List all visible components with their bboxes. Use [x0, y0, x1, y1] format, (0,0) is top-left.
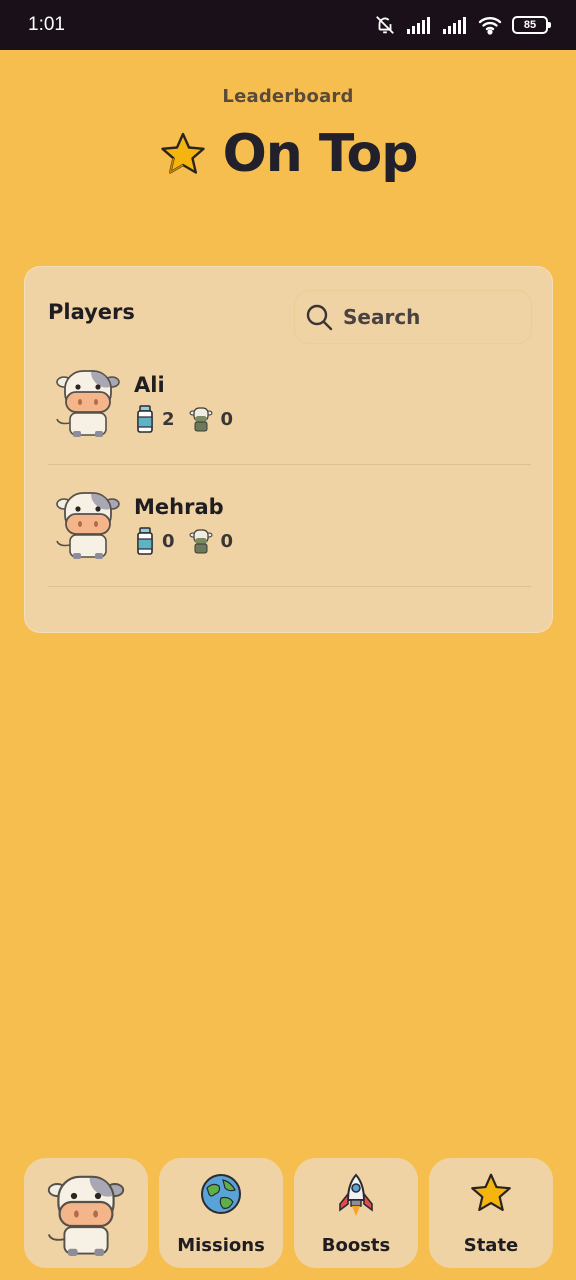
search-input[interactable]	[343, 305, 513, 329]
search-box[interactable]	[295, 291, 531, 343]
cow-avatar-icon	[56, 492, 120, 559]
milk-carton-icon	[137, 527, 153, 555]
player-stats: 0 0	[136, 527, 247, 555]
battery-indicator: 85	[512, 16, 551, 34]
cow-count: 0	[220, 530, 234, 552]
signal-icon	[407, 17, 430, 34]
cow-stat: 0	[189, 528, 234, 554]
nav-boosts-button[interactable]: Boosts	[294, 1158, 418, 1268]
wifi-icon	[478, 17, 502, 35]
globe-icon	[201, 1174, 241, 1214]
cow-count: 0	[220, 408, 234, 430]
cow-icon	[47, 1175, 125, 1256]
milk-carton-icon	[137, 405, 153, 433]
page-subtitle: Leaderboard	[222, 86, 354, 107]
player-stats: 2 0	[136, 405, 247, 433]
cow-mini-icon	[189, 529, 213, 554]
milk-stat: 2	[136, 405, 175, 433]
milk-stat: 0	[136, 527, 175, 555]
player-name: Ali	[134, 373, 165, 397]
cow-avatar-icon	[56, 370, 120, 437]
rocket-icon	[339, 1173, 373, 1216]
nav-missions-label: Missions	[177, 1235, 265, 1256]
milk-count: 0	[162, 530, 175, 552]
status-bar: 1:01 85	[0, 0, 576, 50]
search-icon	[306, 304, 333, 331]
battery-level: 85	[523, 19, 537, 31]
page-title-row: On Top	[0, 124, 576, 184]
player-row[interactable]: Ali 2 0	[48, 343, 531, 465]
milk-count: 2	[162, 408, 175, 430]
nav-missions-button[interactable]: Missions	[159, 1158, 283, 1268]
signal-icon-2	[443, 17, 466, 34]
status-icons: 85	[374, 14, 551, 36]
player-row[interactable]: Mehrab 0 0	[48, 465, 531, 587]
bell-off-icon	[376, 16, 394, 34]
nav-home-button[interactable]	[24, 1158, 148, 1268]
page-title: On Top	[222, 124, 419, 184]
player-name: Mehrab	[134, 495, 224, 519]
players-card: Players Ali	[24, 266, 553, 633]
nav-state-label: State	[463, 1235, 519, 1256]
status-time: 1:01	[28, 14, 65, 35]
star-icon	[160, 132, 205, 175]
players-label: Players	[48, 300, 135, 324]
cow-stat: 0	[189, 406, 234, 432]
nav-state-button[interactable]: State	[429, 1158, 553, 1268]
cow-mini-icon	[189, 407, 213, 432]
star-icon	[471, 1173, 511, 1211]
nav-boosts-label: Boosts	[321, 1235, 391, 1256]
